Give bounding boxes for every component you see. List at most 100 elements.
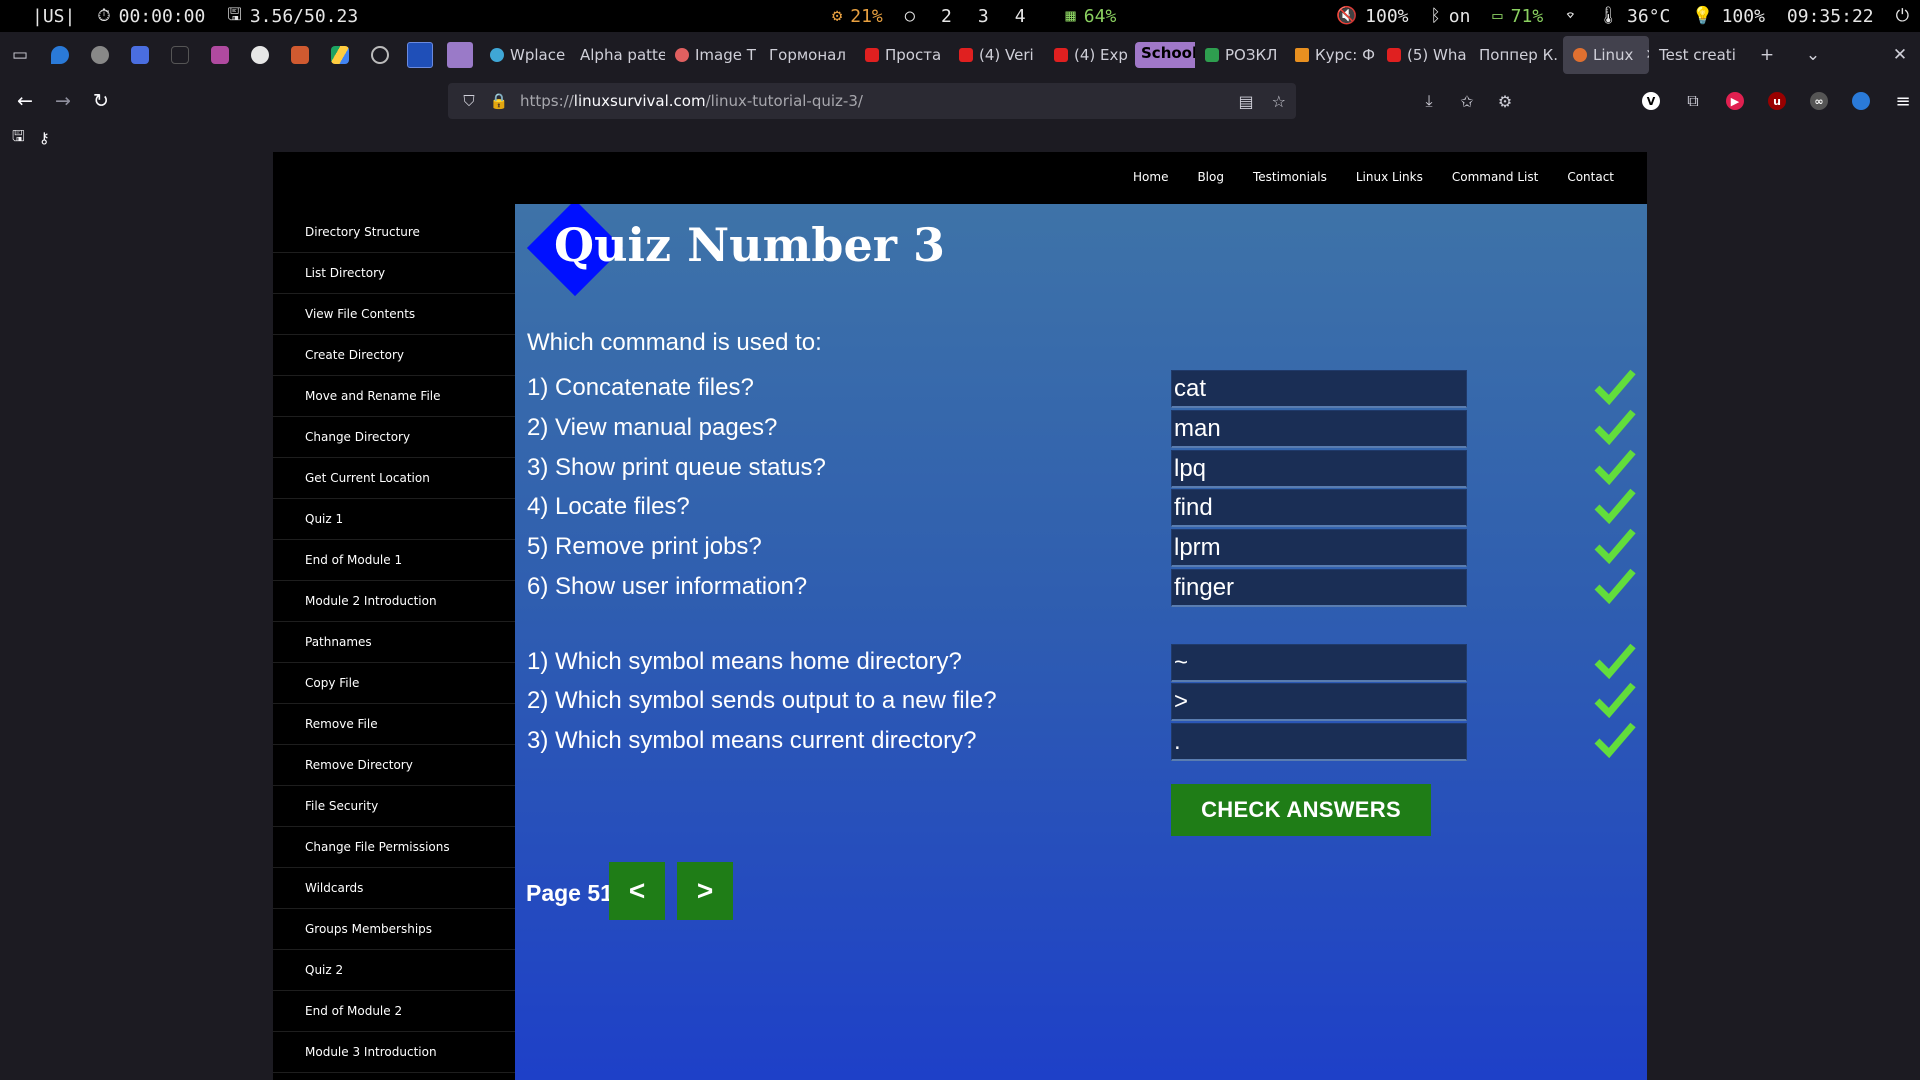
pinned-tab-3[interactable] bbox=[120, 32, 160, 78]
volume[interactable]: 🔇 100% bbox=[1336, 6, 1409, 27]
extension-ublock-button[interactable]: u bbox=[1756, 92, 1798, 110]
pinned-tab-9[interactable] bbox=[360, 32, 400, 78]
list-all-tabs-button[interactable]: ⌄ bbox=[1793, 32, 1833, 78]
tab-wplace[interactable]: Wplace bbox=[480, 32, 570, 78]
close-window-button[interactable]: ✕ bbox=[1880, 32, 1920, 78]
extension-v-button[interactable]: V bbox=[1630, 92, 1672, 110]
tracking-shield-icon[interactable]: ⛉ bbox=[454, 92, 484, 110]
pinned-tab-11[interactable] bbox=[440, 32, 480, 78]
tab-youtube-1[interactable]: Проста bbox=[855, 32, 949, 78]
bluetooth[interactable]: ᛒ on bbox=[1431, 6, 1471, 27]
answer-input[interactable]: lprm bbox=[1171, 529, 1467, 567]
reader-view-icon[interactable]: ▤ bbox=[1239, 92, 1254, 111]
pinned-tab-6[interactable] bbox=[240, 32, 280, 78]
tab-linux-active[interactable]: Linux✕ bbox=[1563, 36, 1649, 74]
nav-home-link[interactable]: Home bbox=[1133, 170, 1168, 184]
sidebar-item-wildcards[interactable]: Wildcards bbox=[273, 868, 515, 909]
sidebar-item-groups-memberships[interactable]: Groups Memberships bbox=[273, 909, 515, 950]
menu-button[interactable]: ≡ bbox=[1882, 91, 1920, 112]
sidebar-item-create-directory[interactable]: Create Directory bbox=[273, 335, 515, 376]
sidebar-item-remove-file[interactable]: Remove File bbox=[273, 704, 515, 745]
sidebar-item-end-module-2[interactable]: End of Module 2 bbox=[273, 991, 515, 1032]
pinned-tab-4[interactable] bbox=[160, 32, 200, 78]
back-button[interactable]: ← bbox=[6, 82, 44, 120]
timer[interactable]: ⏱ 00:00:00 bbox=[97, 6, 205, 27]
lock-icon[interactable]: 🔒 bbox=[484, 92, 514, 110]
nav-testimonials-link[interactable]: Testimonials bbox=[1253, 170, 1327, 184]
workspace-4[interactable]: 4 bbox=[1015, 6, 1026, 27]
url-bar[interactable]: ⛉ 🔒 https://linuxsurvival.com/linux-tuto… bbox=[448, 83, 1296, 119]
answer-input[interactable]: find bbox=[1171, 489, 1467, 527]
next-page-button[interactable]: > bbox=[677, 862, 733, 920]
check-answers-button[interactable]: CHECK ANSWERS bbox=[1171, 784, 1431, 836]
nav-linux-links-link[interactable]: Linux Links bbox=[1356, 170, 1423, 184]
sidebar-item-module-3-intro[interactable]: Module 3 Introduction bbox=[273, 1032, 515, 1073]
sidebar-item-copy-file[interactable]: Copy File bbox=[273, 663, 515, 704]
answer-input[interactable]: > bbox=[1171, 683, 1467, 721]
downloads-icon[interactable]: ⤓ bbox=[1410, 91, 1448, 111]
extension-gem-button[interactable] bbox=[1840, 92, 1882, 110]
nav-contact-link[interactable]: Contact bbox=[1567, 170, 1614, 184]
sidebar-item-list-directory[interactable]: List Directory bbox=[273, 253, 515, 294]
pinned-tab-7[interactable] bbox=[280, 32, 320, 78]
key-icon[interactable]: ⚷ bbox=[39, 129, 50, 147]
previous-page-button[interactable]: < bbox=[609, 862, 665, 920]
reload-button[interactable]: ↻ bbox=[82, 82, 120, 120]
answer-input[interactable]: finger bbox=[1171, 569, 1467, 607]
sidebar-item-end-module-1[interactable]: End of Module 1 bbox=[273, 540, 515, 581]
extension-glasses-button[interactable]: ∞ bbox=[1798, 92, 1840, 110]
tab-schedule[interactable]: РОЗКЛ bbox=[1195, 32, 1285, 78]
tab-school[interactable]: School bbox=[1129, 32, 1195, 78]
pinned-tab-1[interactable] bbox=[40, 32, 80, 78]
forward-button[interactable]: → bbox=[44, 82, 82, 120]
sidebar-item-pathnames[interactable]: Pathnames bbox=[273, 622, 515, 663]
tab-overview-button[interactable]: ▭ bbox=[0, 32, 40, 78]
sidebar-item-change-directory[interactable]: Change Directory bbox=[273, 417, 515, 458]
tab-youtube-4[interactable]: (5) Wha bbox=[1377, 32, 1469, 78]
bookmark-star-icon[interactable]: ☆ bbox=[1272, 92, 1286, 111]
sidebar-item-move-rename-file[interactable]: Move and Rename File bbox=[273, 376, 515, 417]
sidebar-item-quiz-2[interactable]: Quiz 2 bbox=[273, 950, 515, 991]
tab-youtube-2[interactable]: (4) Veri bbox=[949, 32, 1044, 78]
sidebar-item-module-2-intro[interactable]: Module 2 Introduction bbox=[273, 581, 515, 622]
bookmark-save-icon[interactable]: 🖫 bbox=[12, 126, 25, 151]
settings-gear-icon[interactable]: ⚙ bbox=[1486, 92, 1524, 111]
sidebar-item-view-file-contents[interactable]: View File Contents bbox=[273, 294, 515, 335]
workspace-active-icon[interactable]: ○ bbox=[905, 6, 915, 26]
sidebar-item-remove-directory[interactable]: Remove Directory bbox=[273, 745, 515, 786]
pinned-tab-10[interactable] bbox=[400, 32, 440, 78]
new-tab-button[interactable]: + bbox=[1747, 32, 1787, 78]
nav-blog-link[interactable]: Blog bbox=[1197, 170, 1224, 184]
workspace-3[interactable]: 3 bbox=[978, 6, 989, 27]
sidebar-item-get-current-location[interactable]: Get Current Location bbox=[273, 458, 515, 499]
answer-input[interactable]: cat bbox=[1171, 370, 1467, 408]
answer-input[interactable]: lpq bbox=[1171, 450, 1467, 488]
tab-test-creation[interactable]: Test creati bbox=[1649, 32, 1747, 78]
keyboard-layout[interactable]: |US| bbox=[32, 6, 75, 27]
sidebar-item-file-security[interactable]: File Security bbox=[273, 786, 515, 827]
sidebar-item-directory-structure[interactable]: Directory Structure bbox=[273, 212, 515, 253]
tab-image[interactable]: Image T bbox=[665, 32, 759, 78]
bookmarks-icon[interactable]: ✩ bbox=[1448, 92, 1486, 111]
answer-input[interactable]: . bbox=[1171, 723, 1467, 761]
extensions-button[interactable]: ⧉ bbox=[1672, 91, 1714, 111]
answer-input[interactable]: ~ bbox=[1171, 644, 1467, 682]
pinned-tab-8[interactable] bbox=[320, 32, 360, 78]
tab-youtube-3[interactable]: (4) Exp bbox=[1044, 32, 1129, 78]
tab-popper[interactable]: Поппер К. bbox=[1469, 32, 1563, 78]
extension-record-button[interactable]: ▶ bbox=[1714, 92, 1756, 110]
workspace-2[interactable]: 2 bbox=[941, 6, 952, 27]
sidebar-item-quiz-1[interactable]: Quiz 1 bbox=[273, 499, 515, 540]
tab-course[interactable]: Курс: Ф bbox=[1285, 32, 1377, 78]
nav-command-list-link[interactable]: Command List bbox=[1452, 170, 1538, 184]
pinned-tab-2[interactable] bbox=[80, 32, 120, 78]
tab-hormones[interactable]: Гормонал bbox=[759, 32, 855, 78]
url-text[interactable]: https://linuxsurvival.com/linux-tutorial… bbox=[520, 92, 863, 110]
wifi[interactable]: ⌔ bbox=[1565, 6, 1575, 26]
pinned-tab-5[interactable] bbox=[200, 32, 240, 78]
answer-input[interactable]: man bbox=[1171, 410, 1467, 448]
power-button[interactable]: ⏻ bbox=[1896, 6, 1909, 26]
sidebar-item-change-file-permissions[interactable]: Change File Permissions bbox=[273, 827, 515, 868]
brightness[interactable]: 💡 100% bbox=[1692, 6, 1765, 27]
tab-alpha-pattern[interactable]: Alpha patte bbox=[570, 32, 665, 78]
